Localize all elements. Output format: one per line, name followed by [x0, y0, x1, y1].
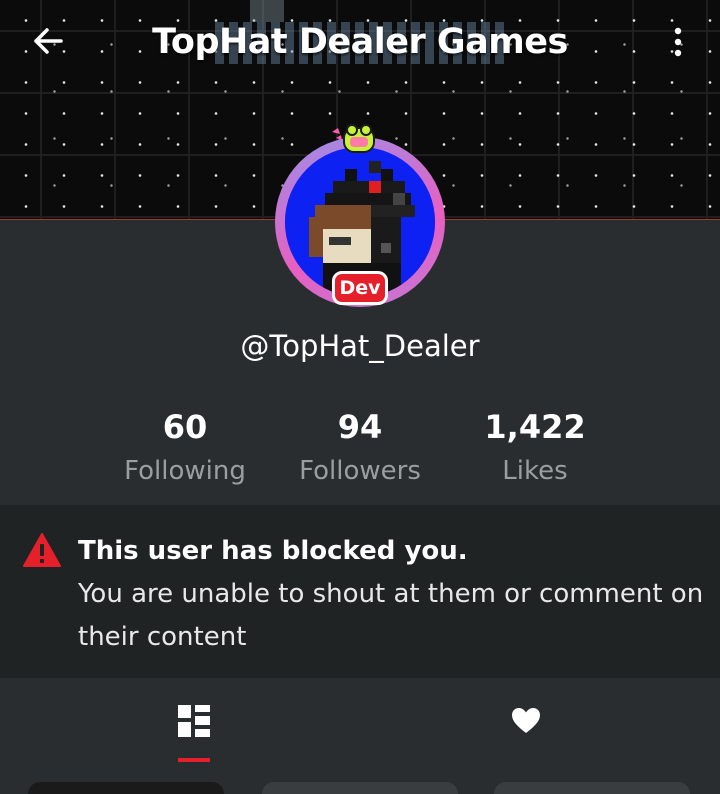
page-title: TopHat Dealer Games	[152, 22, 568, 62]
stat-label: Likes	[502, 456, 568, 486]
stat-label: Followers	[299, 456, 421, 486]
notice-body: You are unable to shout at them or comme…	[78, 579, 704, 652]
warning-icon	[23, 533, 61, 567]
content-cards-peek	[0, 782, 720, 794]
tab-posts[interactable]	[14, 678, 374, 764]
blocked-notice: This user has blocked you. You are unabl…	[0, 505, 720, 678]
content-card[interactable]	[28, 782, 224, 794]
frog-frame-icon	[332, 124, 375, 153]
stat-likes[interactable]: 1,422 Likes	[435, 405, 635, 493]
tab-likes[interactable]	[346, 678, 706, 764]
stat-followers[interactable]: 94 Followers	[260, 405, 460, 493]
stat-value: 1,422	[484, 408, 586, 446]
active-tab-indicator	[178, 758, 210, 762]
content-card[interactable]	[494, 782, 690, 794]
grid-icon	[178, 705, 210, 737]
content-card[interactable]	[262, 782, 458, 794]
arrow-left-icon	[34, 28, 63, 54]
stat-following[interactable]: 60 Following	[85, 405, 285, 493]
back-button[interactable]	[22, 18, 74, 64]
more-options-button[interactable]	[656, 20, 700, 64]
more-vertical-icon	[674, 27, 682, 57]
username: @TopHat_Dealer	[240, 329, 480, 363]
stat-value: 60	[162, 408, 208, 446]
dev-badge: Dev	[332, 271, 388, 305]
stat-label: Following	[124, 456, 246, 486]
stat-value: 94	[337, 408, 383, 446]
heart-icon	[512, 708, 540, 733]
notice-title: This user has blocked you.	[78, 536, 468, 566]
